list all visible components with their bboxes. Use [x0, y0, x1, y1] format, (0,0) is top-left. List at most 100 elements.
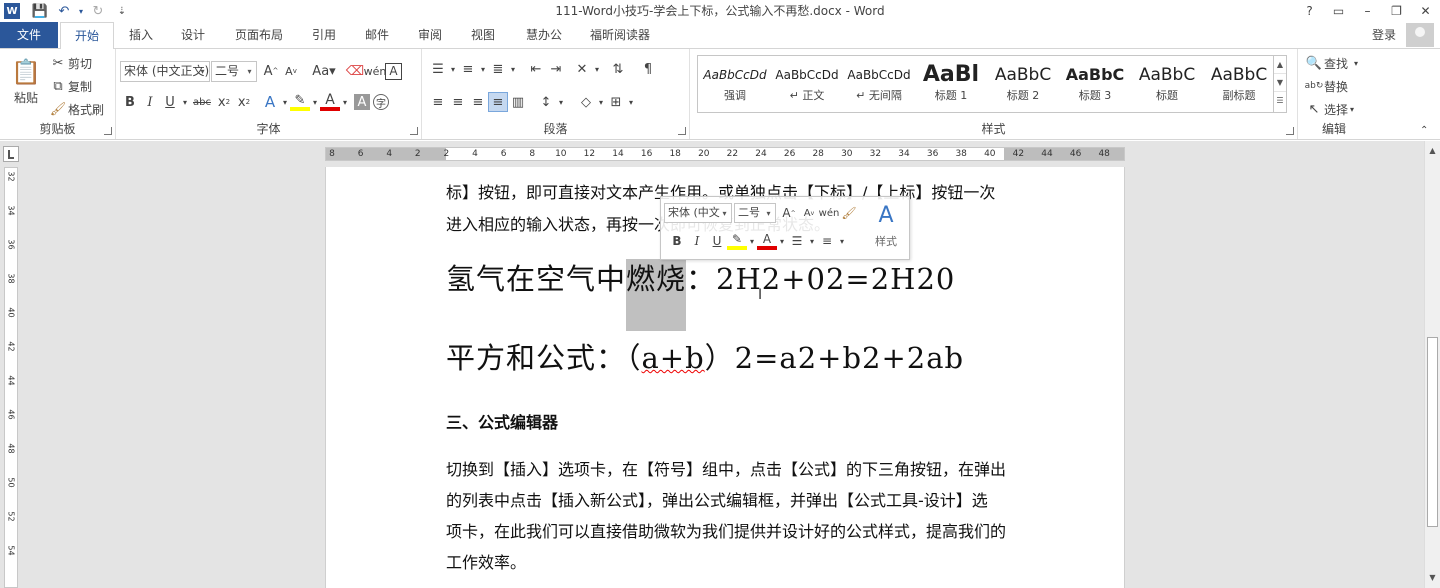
- highlight-dropdown-icon[interactable]: ▾: [747, 231, 757, 251]
- collapse-ribbon-icon[interactable]: ⌃: [1420, 125, 1428, 136]
- phonetic-guide-icon[interactable]: wén: [819, 203, 840, 223]
- scrollbar-thumb[interactable]: [1427, 337, 1438, 527]
- font-name-combo[interactable]: 宋体 (中文正文) ▾: [120, 61, 210, 82]
- select-dropdown-icon[interactable]: ▾: [1350, 105, 1354, 114]
- bullets-dropdown-icon[interactable]: ▾: [448, 59, 458, 79]
- font-color-dropdown-icon[interactable]: ▾: [340, 92, 350, 112]
- chinese-layout-dropdown-icon[interactable]: ▾: [592, 59, 602, 79]
- phonetic-guide-icon[interactable]: wén: [364, 61, 387, 81]
- tab-file[interactable]: 文件: [0, 22, 58, 48]
- word-logo-icon[interactable]: W: [4, 3, 20, 19]
- enclose-char-icon[interactable]: 字: [373, 94, 389, 110]
- minimize-button[interactable]: –: [1353, 0, 1382, 22]
- styles-gallery-scroll[interactable]: ▲ ▼ ☰: [1273, 56, 1286, 112]
- align-left-icon[interactable]: ≡: [428, 92, 448, 112]
- numbering-icon[interactable]: ≡: [817, 231, 837, 251]
- help-button[interactable]: ?: [1295, 0, 1324, 22]
- vertical-ruler[interactable]: 32 34 36 38 40 42 44 46 48 50 52 54: [4, 167, 18, 588]
- grow-font-icon[interactable]: A ^: [779, 203, 799, 223]
- shrink-font-icon[interactable]: Av: [799, 203, 819, 223]
- numbering-dropdown-icon[interactable]: ▾: [478, 59, 488, 79]
- find-dropdown-icon[interactable]: ▾: [1354, 59, 1358, 68]
- borders-icon[interactable]: ⊞: [606, 92, 626, 112]
- shading-icon[interactable]: ◇: [576, 92, 596, 112]
- scroll-down-icon[interactable]: ▼: [1425, 570, 1440, 586]
- tab-home[interactable]: 开始: [60, 22, 114, 49]
- style-item-heading3[interactable]: AaBbC 标题 3: [1060, 58, 1130, 110]
- styles-launcher-icon[interactable]: [1286, 127, 1294, 135]
- numbering-icon[interactable]: ≡: [458, 59, 478, 79]
- font-color-icon[interactable]: A: [320, 92, 340, 111]
- bold-icon[interactable]: B: [120, 92, 140, 112]
- multilevel-list-icon[interactable]: ≣: [488, 59, 508, 79]
- shading-dropdown-icon[interactable]: ▾: [596, 92, 606, 112]
- font-color-dropdown-icon[interactable]: ▾: [777, 231, 787, 251]
- customize-qat-icon[interactable]: ⇣: [110, 1, 134, 21]
- increase-indent-icon[interactable]: ⇥: [546, 59, 566, 79]
- chevron-down-icon[interactable]: ▾: [243, 62, 256, 81]
- tab-references[interactable]: 引用: [302, 22, 346, 48]
- login-link[interactable]: 登录: [1372, 22, 1396, 48]
- close-button[interactable]: ✕: [1411, 0, 1440, 22]
- bullets-icon[interactable]: ☰: [428, 59, 448, 79]
- mini-font-name-combo[interactable]: 宋体 (中文 ▾: [664, 203, 732, 223]
- find-button[interactable]: 🔍 查找 ▾: [1304, 53, 1358, 73]
- strikethrough-icon[interactable]: abc: [190, 92, 214, 112]
- chevron-up-icon[interactable]: ▲: [1274, 56, 1286, 74]
- clear-format-icon[interactable]: ⌫: [345, 61, 365, 81]
- style-item-heading1[interactable]: AaBl 标题 1: [916, 58, 986, 110]
- format-painter-button[interactable]: 🖌 格式刷: [48, 99, 104, 119]
- shrink-font-icon[interactable]: Av: [281, 61, 301, 81]
- subscript-icon[interactable]: x2: [214, 92, 234, 112]
- align-center-icon[interactable]: ≡: [448, 92, 468, 112]
- chinese-layout-icon[interactable]: ✕: [572, 59, 592, 79]
- mini-font-size-combo[interactable]: 二号 ▾: [734, 203, 776, 223]
- paragraph-launcher-icon[interactable]: [678, 127, 686, 135]
- style-item-heading2[interactable]: AaBbC 标题 2: [988, 58, 1058, 110]
- vertical-scrollbar[interactable]: ▲ ▼: [1424, 141, 1440, 588]
- copy-button[interactable]: ⧉ 复制: [48, 76, 92, 96]
- avatar[interactable]: [1406, 23, 1434, 47]
- decrease-indent-icon[interactable]: ⇤: [526, 59, 546, 79]
- show-marks-icon[interactable]: ¶: [638, 59, 658, 79]
- tab-foxit-reader[interactable]: 福昕阅读器: [585, 22, 655, 48]
- highlight-dropdown-icon[interactable]: ▾: [310, 92, 320, 112]
- italic-icon[interactable]: I: [140, 92, 160, 112]
- ribbon-display-button[interactable]: ▭: [1324, 0, 1353, 22]
- chevron-down-icon[interactable]: ▼: [1274, 74, 1286, 92]
- more-styles-icon[interactable]: ☰: [1274, 92, 1286, 110]
- char-shading-icon[interactable]: A: [354, 94, 370, 110]
- style-item-title[interactable]: AaBbC 标题: [1132, 58, 1202, 110]
- tab-review[interactable]: 审阅: [408, 22, 452, 48]
- save-icon[interactable]: 💾: [28, 1, 52, 21]
- restore-button[interactable]: ❐: [1382, 0, 1411, 22]
- grow-font-icon[interactable]: A ^: [261, 61, 281, 81]
- font-color-icon[interactable]: A: [757, 232, 777, 250]
- highlight-icon[interactable]: ✎: [727, 232, 747, 250]
- tab-huibangong[interactable]: 慧办公: [515, 22, 573, 48]
- style-item-normal[interactable]: AaBbCcDd ↵ 正文: [772, 58, 842, 110]
- char-border-icon[interactable]: A: [385, 62, 402, 80]
- multilevel-dropdown-icon[interactable]: ▾: [508, 59, 518, 79]
- undo-icon[interactable]: ↶: [52, 1, 76, 21]
- select-button[interactable]: ↖ 选择 ▾: [1304, 99, 1354, 119]
- underline-icon[interactable]: U: [707, 231, 727, 251]
- style-item-subtitle[interactable]: AaBbC 副标题: [1204, 58, 1274, 110]
- style-item-emphasis[interactable]: AaBbCcDd 强调: [700, 58, 770, 110]
- line-spacing-icon[interactable]: ↕: [536, 92, 556, 112]
- clipboard-launcher-icon[interactable]: [104, 127, 112, 135]
- paste-button[interactable]: 📋 粘贴: [6, 55, 46, 106]
- numbering-dropdown-icon[interactable]: ▾: [837, 231, 847, 251]
- mini-styles-button[interactable]: A 样式: [871, 201, 901, 249]
- font-size-combo[interactable]: 二号 ▾: [211, 61, 257, 82]
- align-right-icon[interactable]: ≡: [468, 92, 488, 112]
- tab-mailings[interactable]: 邮件: [355, 22, 399, 48]
- underline-icon[interactable]: U: [160, 92, 180, 112]
- tab-design[interactable]: 设计: [170, 22, 216, 48]
- borders-dropdown-icon[interactable]: ▾: [626, 92, 636, 112]
- format-painter-icon[interactable]: 🖌: [839, 203, 859, 223]
- tab-insert[interactable]: 插入: [118, 22, 164, 48]
- superscript-icon[interactable]: x2: [234, 92, 254, 112]
- bold-icon[interactable]: B: [667, 231, 687, 251]
- cut-button[interactable]: ✂ 剪切: [48, 53, 92, 73]
